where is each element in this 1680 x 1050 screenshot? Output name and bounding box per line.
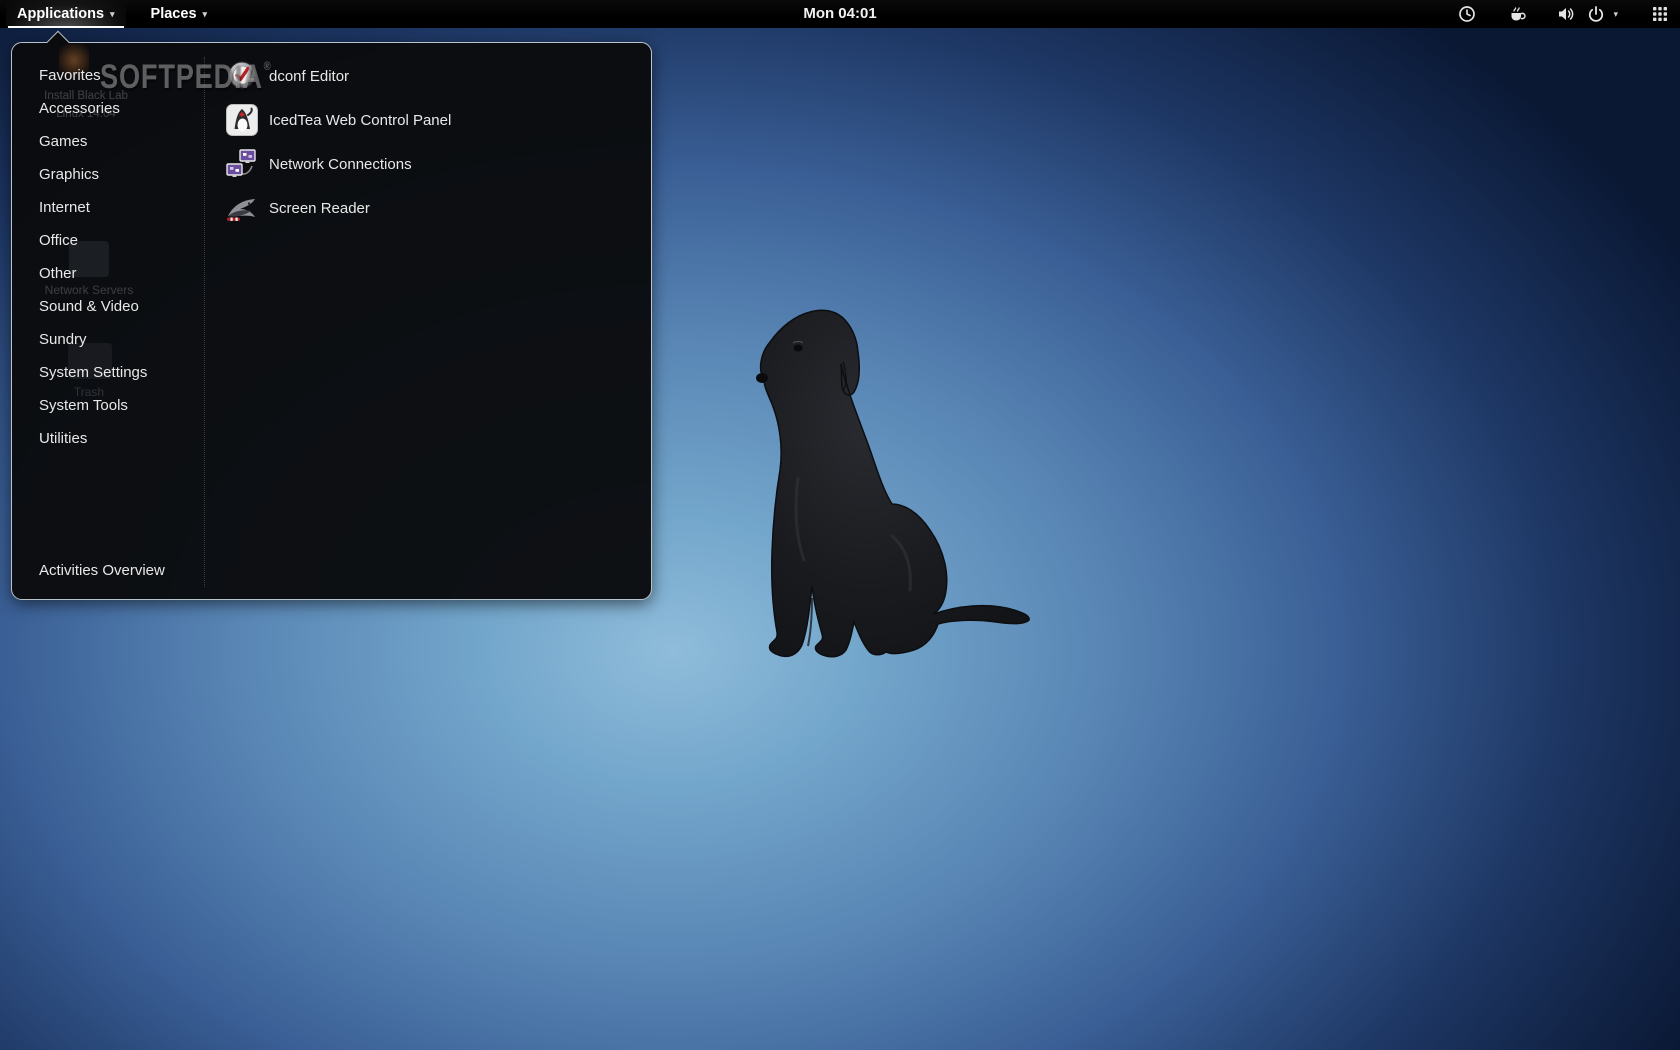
chevron-down-icon: ▾	[110, 9, 115, 20]
app-label: Screen Reader	[269, 200, 370, 217]
applications-menu-popup: Install Black Lab Linux 14.04 Network Se…	[11, 42, 652, 600]
category-games[interactable]: Games	[12, 125, 191, 158]
black-lab-mascot	[740, 298, 1040, 666]
clock-icon[interactable]	[1458, 5, 1476, 23]
icedtea-duke-icon	[225, 103, 259, 137]
category-favorites[interactable]: Favorites	[12, 59, 191, 92]
volume-icon[interactable]	[1557, 5, 1575, 23]
category-internet[interactable]: Internet	[12, 191, 191, 224]
places-label: Places	[151, 6, 197, 22]
category-accessories[interactable]: Accessories	[12, 92, 191, 125]
top-bar-right: ▾	[1458, 0, 1680, 28]
app-item-screen-reader[interactable]: Screen Reader	[202, 186, 641, 230]
category-list: Favorites Accessories Games Graphics Int…	[12, 59, 191, 455]
category-sundry[interactable]: Sundry	[12, 323, 191, 356]
chevron-down-icon: ▾	[203, 9, 208, 20]
power-icon[interactable]	[1587, 5, 1605, 23]
app-list: dconf Editor IcedTea Web Control Panel	[202, 54, 641, 230]
screen-reader-icon	[225, 191, 259, 225]
category-sound-video[interactable]: Sound & Video	[12, 290, 191, 323]
category-utilities[interactable]: Utilities	[12, 422, 191, 455]
app-item-network-connections[interactable]: Network Connections	[202, 142, 641, 186]
top-bar: Applications ▾ Places ▾ Mon 04:01	[0, 0, 1680, 28]
top-bar-left: Applications ▾ Places ▾	[6, 0, 218, 28]
app-item-dconf-editor[interactable]: dconf Editor	[202, 54, 641, 98]
coffee-icon[interactable]	[1508, 5, 1527, 23]
category-graphics[interactable]: Graphics	[12, 158, 191, 191]
network-connections-icon	[225, 147, 259, 181]
dropdown-caret[interactable]: ▾	[1613, 9, 1618, 20]
applications-label: Applications	[17, 6, 104, 22]
applications-menu-button[interactable]: Applications ▾	[6, 0, 126, 28]
category-system-tools[interactable]: System Tools	[12, 389, 191, 422]
apps-grid-icon[interactable]	[1652, 6, 1668, 22]
category-office[interactable]: Office	[12, 224, 191, 257]
activities-overview-button[interactable]: Activities Overview	[39, 559, 165, 583]
app-label: dconf Editor	[269, 68, 349, 85]
app-label: Network Connections	[269, 156, 412, 173]
app-item-icedtea-web-control-panel[interactable]: IcedTea Web Control Panel	[202, 98, 641, 142]
clock[interactable]: Mon 04:01	[803, 0, 876, 28]
places-menu-button[interactable]: Places ▾	[140, 0, 219, 28]
category-other[interactable]: Other	[12, 257, 191, 290]
dconf-editor-icon	[225, 59, 259, 93]
app-label: IcedTea Web Control Panel	[269, 112, 451, 129]
category-system-settings[interactable]: System Settings	[12, 356, 191, 389]
